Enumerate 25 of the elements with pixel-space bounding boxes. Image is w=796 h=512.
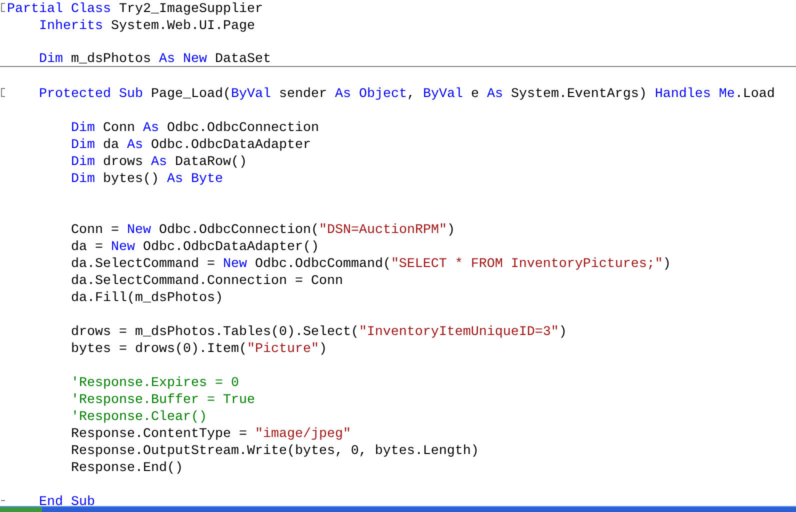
code-line: Partial Class Try2_ImageSupplier [7, 2, 263, 16]
code-line: Dim da As Odbc.OdbcDataAdapter [71, 138, 311, 152]
code-line: End Sub [39, 494, 95, 510]
code-line: Conn = New Odbc.OdbcConnection("DSN=AuctionRPM") [71, 222, 455, 238]
code-line: Response.ContentType = "image/jpeg" [71, 426, 351, 442]
code-line: Dim drows As DataRow() [71, 154, 247, 170]
code-line: 'Response.Clear() [71, 410, 207, 424]
code-line: 'Response.Buffer = True [71, 392, 255, 408]
collapse-box-icon[interactable] [1, 88, 5, 97]
collapse-box-icon[interactable] [1, 3, 5, 12]
start-button[interactable] [0, 507, 42, 512]
code-line: Inherits System.Web.UI.Page [39, 18, 255, 34]
code-line: Protected Sub Page_Load(ByVal sender As Object, ByVal e As System.EventArgs) Handles Me.Load [39, 86, 775, 102]
code-line: da.Fill(m_dsPhotos) [71, 290, 223, 306]
code-line: Dim bytes() As Byte [71, 172, 223, 186]
code-line: da = New Odbc.OdbcDataAdapter() [71, 240, 319, 254]
code-line: 'Response.Expires = 0 [71, 376, 239, 390]
code-line: drows = m_dsPhotos.Tables(0).Select("InventoryItemUniqueID=3") [71, 324, 567, 340]
code-line: da.SelectCommand = New Odbc.OdbcCommand("SELECT * FROM InventoryPictures;") [71, 256, 671, 272]
code-line: Dim m_dsPhotos As New DataSet [39, 52, 271, 67]
code-line: Response.End() [71, 460, 183, 476]
code-line: Response.OutputStream.Write(bytes, 0, bytes.Length) [71, 444, 479, 458]
code-line: Dim Conn As Odbc.OdbcConnection [71, 120, 319, 136]
code-line: bytes = drows(0).Item("Picture") [71, 342, 327, 356]
code-line: da.SelectCommand.Connection = Conn [71, 274, 343, 288]
